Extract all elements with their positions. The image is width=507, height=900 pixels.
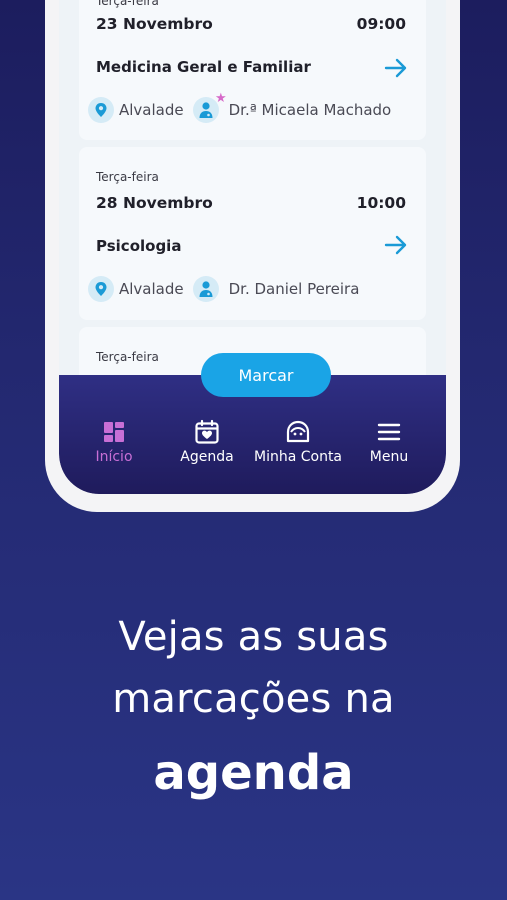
dashboard-icon [101,419,127,445]
appointment-location: Alvalade [119,101,184,119]
location-pin-icon [88,97,114,123]
appointment-date: 23 Novembro [96,15,213,33]
tab-label: Minha Conta [253,449,343,465]
headline-line-1: Vejas as suas [118,614,389,660]
tab-menu[interactable]: Menu [344,419,434,465]
arrow-right-icon[interactable] [384,235,408,255]
tab-label: Início [95,449,133,465]
tab-label: Agenda [180,449,234,465]
appointment-doctor: Dr.ª Micaela Machado [228,101,392,119]
tab-label: Menu [369,449,409,465]
appointment-doctor: Dr. Daniel Pereira [228,280,360,298]
tab-agenda[interactable]: Agenda [162,419,252,465]
headline-emphasis: agenda [153,745,354,801]
appointment-meta: Alvalade ★ Dr.ª Micaela Machado [88,91,392,124]
doctor-avatar-icon: ★ [192,91,227,123]
doctor-avatar-icon [192,276,219,302]
appointment-time: 10:00 [356,194,406,212]
marcar-button[interactable]: Marcar [201,353,331,397]
phone-mockup: Terça-feira 23 Novembro 09:00 Medicina G… [45,0,460,512]
appointment-card[interactable]: Terça-feira 28 Novembro 10:00 Psicologia… [79,147,426,320]
appointment-weekday: Terça-feira [96,170,159,184]
app-screen: Terça-feira 23 Novembro 09:00 Medicina G… [59,0,446,494]
appointment-weekday: Terça-feira [96,350,159,364]
headline-line-2: marcações na [112,676,395,722]
appointment-specialty: Medicina Geral e Familiar [96,58,311,76]
tab-minha-conta[interactable]: Minha Conta [253,419,343,465]
featured-star-icon: ★ [214,91,227,106]
appointment-location: Alvalade [119,280,184,298]
appointment-card[interactable]: Terça-feira 23 Novembro 09:00 Medicina G… [79,0,426,140]
appointment-meta: Alvalade Dr. Daniel Pereira [88,275,359,303]
promo-headline: Vejas as suas marcações na agenda [0,606,507,816]
appointment-weekday: Terça-feira [96,0,159,8]
appointment-time: 09:00 [356,15,406,33]
tab-inicio[interactable]: Início [69,419,159,465]
appointment-specialty: Psicologia [96,237,182,255]
face-icon [285,419,311,445]
arrow-right-icon[interactable] [384,58,408,78]
appointment-date: 28 Novembro [96,194,213,212]
calendar-heart-icon [194,419,220,445]
hamburger-icon [376,419,402,445]
location-pin-icon [88,276,114,302]
